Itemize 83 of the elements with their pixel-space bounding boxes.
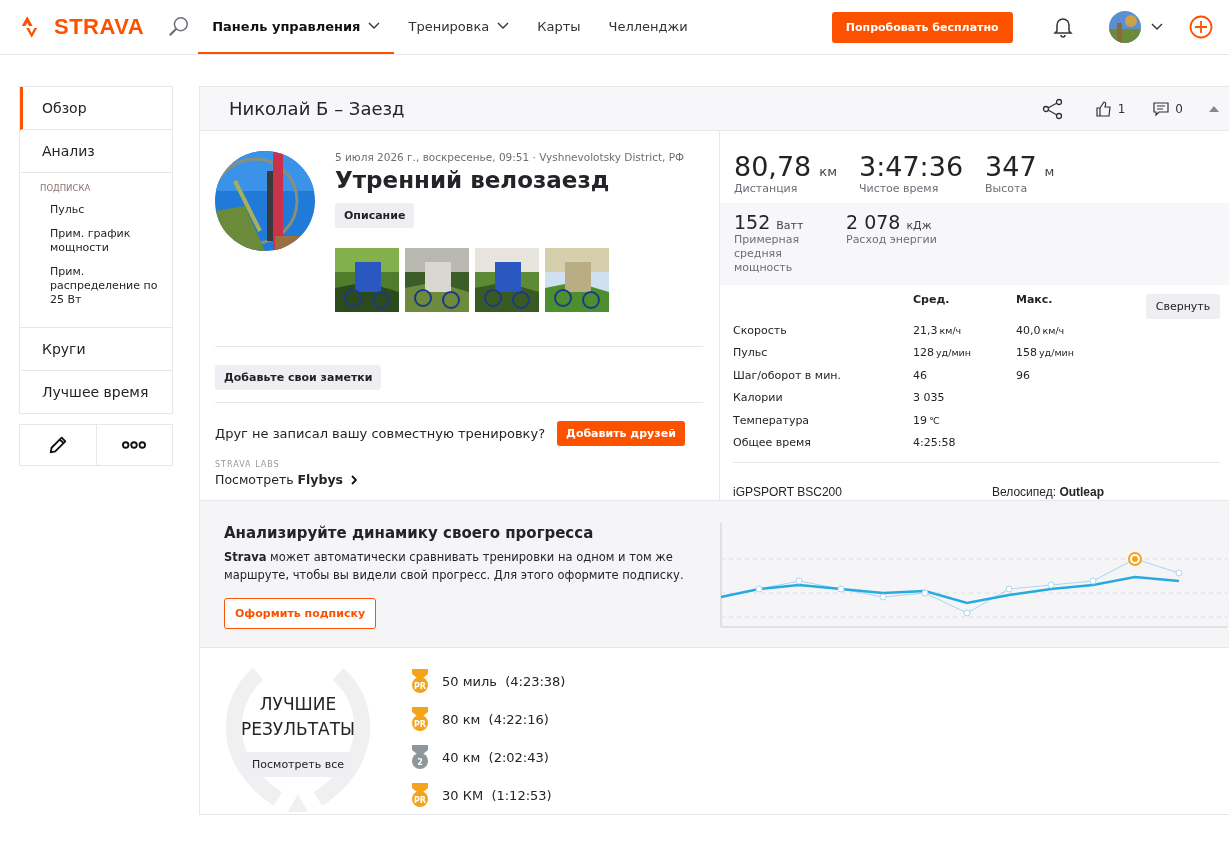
- stat-label: Чистое время: [858, 182, 940, 196]
- chart-point: [795, 577, 803, 585]
- share-icon[interactable]: [1041, 97, 1064, 120]
- activity-name: Утренний велозаезд: [335, 167, 610, 193]
- stat-value: 152 Ватт: [734, 211, 805, 233]
- chevron-down-icon: [368, 22, 381, 30]
- friend-prompt: Друг не записал вашу совместную тренировку?: [215, 426, 546, 441]
- collapse-button[interactable]: Свернуть: [1146, 293, 1220, 319]
- chevron-right-icon: [351, 474, 358, 485]
- chart-point: [963, 609, 971, 617]
- sidebar-item[interactable]: Анализ: [20, 130, 172, 173]
- strava-logo-icon[interactable]: [20, 15, 38, 39]
- column-header: Макс.: [1016, 293, 1054, 306]
- comment-icon: [1153, 100, 1170, 117]
- notification-bell-icon[interactable]: [1052, 16, 1073, 38]
- more-icon: [122, 441, 147, 449]
- table-cell-text: Скорость: [733, 323, 788, 337]
- chart-point: [879, 593, 887, 601]
- chart-point: [1047, 581, 1055, 589]
- best-effort: 80 км (4:22:16): [442, 711, 549, 727]
- sidebar-subitem[interactable]: Прим. график мощности: [40, 227, 162, 255]
- chart-point: [921, 589, 929, 597]
- table-cell-text: Шаг/оборот в мин.: [733, 368, 842, 382]
- upsell-title: Анализируйте динамику своего прогресса: [224, 523, 595, 542]
- table-cell-text: 158 уд/мин: [1016, 346, 1075, 360]
- table-cell-text: 4:25:58: [913, 436, 957, 450]
- stat-value: 347 м: [985, 151, 1055, 182]
- stat-label: Расход энергии: [846, 233, 937, 247]
- upsell-text: Strava может автоматически сравнивать тренировки на одном и том же маршруте, чтобы вы видели свой прогресс. Для этого оформите подписку.: [224, 548, 685, 584]
- chevron-down-icon: [497, 22, 510, 30]
- bike-name: Велосипед: Outleap: [992, 485, 1105, 499]
- table-cell-text: Калории: [733, 391, 784, 405]
- stat-value: 2 078 кДж: [846, 211, 933, 233]
- kudos-button[interactable]: 1: [1089, 99, 1132, 118]
- chevron-down-icon[interactable]: [1150, 23, 1163, 31]
- stat-value: 3:47:36: [858, 151, 964, 182]
- chart-point: [837, 585, 845, 593]
- stat-label: Примерная средняя мощность: [734, 233, 800, 275]
- chart-point: [1005, 585, 1013, 593]
- activity-header-title: Николай Б – Заезд: [229, 98, 405, 119]
- table-cell-text: 3 035: [913, 391, 946, 405]
- chart-point: [1089, 577, 1097, 585]
- table-cell-text: Температура: [733, 413, 811, 427]
- table-cell-text: 46: [913, 368, 928, 382]
- nav-tab[interactable]: Карты: [523, 0, 595, 54]
- collapse-arrow-icon[interactable]: [1209, 105, 1219, 112]
- table-cell-text: 21,3 км/ч: [913, 323, 963, 337]
- table-cell-text: 40,0 км/ч: [1016, 323, 1066, 337]
- best-results-title: ЛУЧШИЕ РЕЗУЛЬТАТЫ: [239, 692, 357, 741]
- description-button[interactable]: Описание: [335, 203, 415, 228]
- stat-label: Высота: [985, 182, 1029, 196]
- sidebar-subitem[interactable]: Прим. распределение по 25 Вт: [40, 265, 162, 307]
- sidebar-item[interactable]: Круги: [20, 328, 172, 371]
- table-cell-text: 19 ℃: [913, 413, 941, 427]
- best-effort: 40 км (2:02:43): [442, 749, 549, 765]
- best-effort: 50 миль (4:23:38): [442, 673, 566, 689]
- labs-label: STRAVA LABS: [215, 460, 281, 469]
- activity-date-location: 5 июля 2026 г., воскресенье, 09:51 · Vyshnevolotsky District, РФ: [335, 151, 685, 163]
- nav-tab[interactable]: Панель управления: [198, 0, 395, 54]
- sidebar-item[interactable]: Лучшее время: [20, 371, 172, 413]
- sidebar-item[interactable]: Обзор: [20, 87, 172, 130]
- best-effort: 30 КМ (1:12:53): [442, 787, 552, 803]
- add-notes-button[interactable]: Добавьте свои заметки: [215, 365, 382, 390]
- nav-tab[interactable]: Челленджи: [594, 0, 702, 54]
- flybys-link[interactable]: Посмотреть Flybys: [215, 472, 358, 487]
- highlighted-point: [1128, 552, 1142, 566]
- table-cell-text: 96: [1016, 368, 1031, 382]
- chart-point: [755, 585, 763, 593]
- search-icon[interactable]: [168, 16, 191, 38]
- thumbs-up-icon: [1095, 100, 1112, 117]
- add-icon[interactable]: [1188, 15, 1213, 39]
- device-name: iGPSPORT BSC200: [733, 485, 843, 499]
- table-cell-text: Общее время: [733, 436, 812, 450]
- column-header: Сред.: [913, 293, 951, 306]
- stat-value: 80,78 км: [734, 151, 837, 182]
- table-cell-text: 128 уд/мин: [913, 346, 972, 360]
- nav-tab[interactable]: Тренировка: [394, 0, 524, 54]
- sidebar-section-label: ПОДПИСКА: [40, 183, 92, 193]
- chart-point: [1175, 569, 1183, 577]
- comments-button[interactable]: 0: [1147, 99, 1189, 118]
- stat-label: Дистанция: [734, 182, 799, 196]
- table-cell-text: Пульс: [733, 346, 769, 360]
- sidebar-subitem[interactable]: Пульс: [40, 203, 162, 217]
